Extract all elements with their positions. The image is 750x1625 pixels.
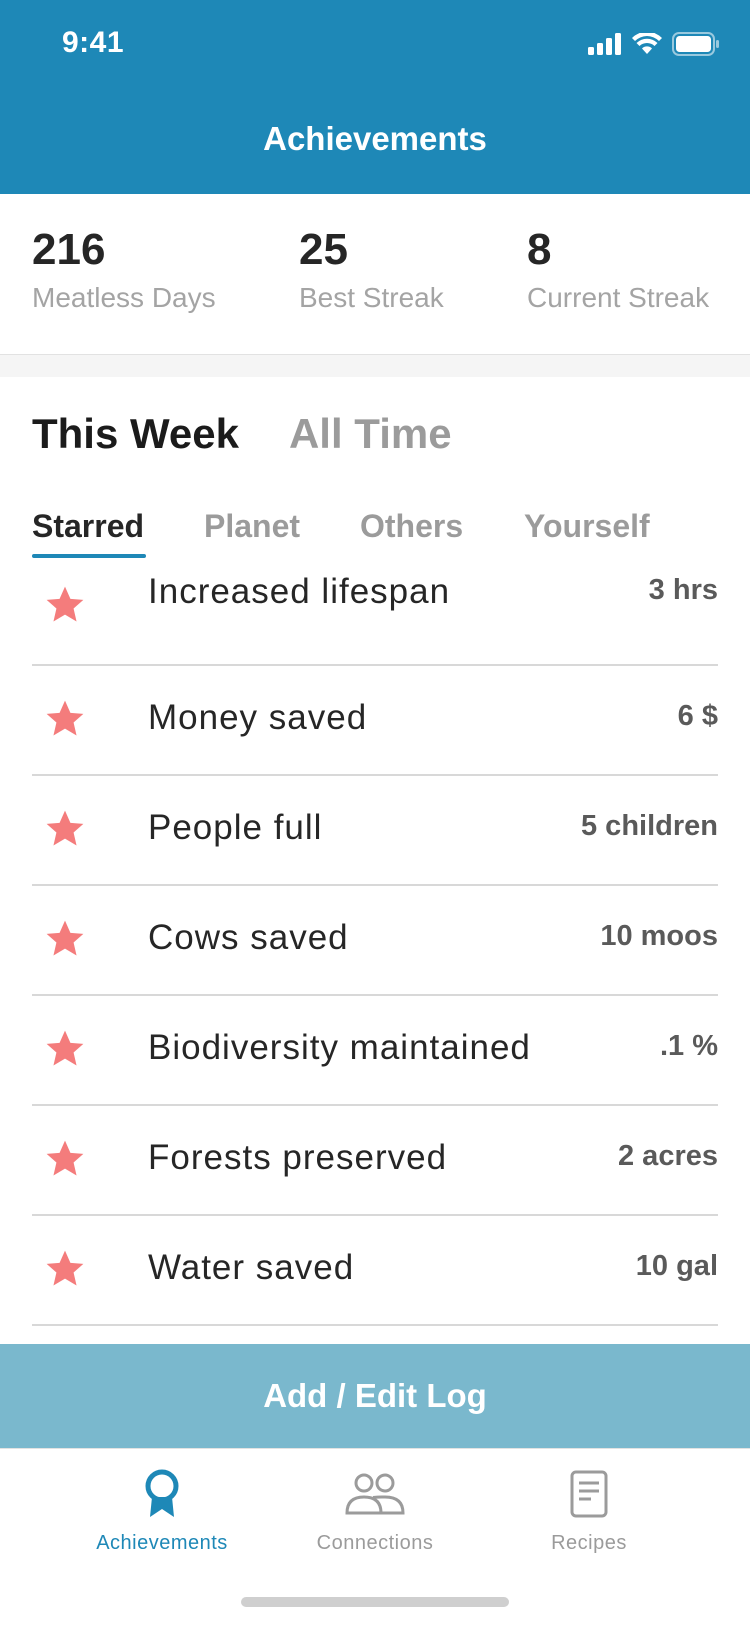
wifi-icon [632, 33, 662, 54]
nav-achievements[interactable]: Achievements [52, 1469, 272, 1555]
star-icon[interactable] [44, 584, 86, 626]
achievement-label: Biodiversity maintained [148, 1028, 531, 1067]
add-edit-log-button[interactable]: Add / Edit Log [0, 1344, 750, 1448]
tab-this-week[interactable]: This Week [32, 410, 239, 458]
star-icon[interactable] [44, 1138, 86, 1180]
nav-label: Connections [316, 1532, 434, 1554]
star-icon[interactable] [44, 1028, 86, 1070]
stats-summary: 216 Meatless Days 25 Best Streak 8 Curre… [0, 194, 750, 354]
list-item[interactable]: Increased lifespan 3 hrs [32, 558, 718, 666]
list-item[interactable]: Water saved 10 gal [32, 1216, 718, 1326]
achievement-value: 2 acres [618, 1140, 718, 1172]
achievement-label: Money saved [148, 698, 368, 737]
ribbon-icon [145, 1469, 179, 1517]
time-range-tabs: This Week All Time [32, 410, 452, 458]
page-title: Achievements [263, 120, 487, 157]
home-indicator [241, 1597, 509, 1607]
achievement-label: Water saved [148, 1248, 355, 1287]
star-icon[interactable] [44, 698, 86, 740]
star-icon[interactable] [44, 1248, 86, 1290]
tab-all-time[interactable]: All Time [289, 410, 452, 458]
achievements-list: Increased lifespan 3 hrs Money saved 6 $… [32, 558, 718, 1326]
section-divider [0, 354, 750, 377]
achievement-label: Forests preserved [148, 1138, 448, 1177]
achievement-value: 10 moos [600, 920, 718, 952]
people-icon [345, 1473, 405, 1515]
document-icon [570, 1470, 608, 1518]
list-item[interactable]: Money saved 6 $ [32, 666, 718, 776]
stat-meatless-days: 216 Meatless Days [32, 228, 216, 314]
achievement-label: Cows saved [148, 918, 349, 957]
tab-starred[interactable]: Starred [32, 508, 144, 545]
category-tabs: Starred Planet Others Yourself [32, 508, 722, 558]
tab-yourself[interactable]: Yourself [524, 508, 650, 545]
signal-icon [588, 33, 621, 55]
stat-value: 8 [527, 225, 552, 274]
list-item[interactable]: People full 5 children [32, 776, 718, 886]
list-item[interactable]: Forests preserved 2 acres [32, 1106, 718, 1216]
achievement-value: 6 $ [677, 700, 718, 732]
stat-label: Current Streak [527, 282, 710, 313]
list-item[interactable]: Biodiversity maintained .1 % [32, 996, 718, 1106]
status-time: 9:41 [62, 26, 125, 59]
star-icon[interactable] [44, 918, 86, 960]
achievement-value: 10 gal [635, 1250, 718, 1282]
tab-planet[interactable]: Planet [204, 508, 300, 545]
stat-value: 25 [299, 225, 348, 274]
achievement-label: People full [148, 808, 323, 847]
nav-recipes[interactable]: Recipes [479, 1469, 699, 1555]
tab-others[interactable]: Others [360, 508, 463, 545]
achievement-value: 3 hrs [648, 574, 718, 606]
nav-label: Achievements [96, 1532, 228, 1554]
stat-best-streak: 25 Best Streak [299, 228, 444, 314]
stat-current-streak: 8 Current Streak [527, 228, 709, 314]
nav-connections[interactable]: Connections [265, 1469, 485, 1555]
app-header: 9:41 Achievements [0, 0, 750, 194]
achievement-value: 5 children [581, 810, 718, 842]
star-icon[interactable] [44, 808, 86, 850]
achievement-label: Increased lifespan [148, 572, 451, 611]
stat-label: Meatless Days [32, 282, 216, 313]
status-icons [588, 30, 720, 58]
stat-label: Best Streak [299, 282, 444, 313]
list-item[interactable]: Cows saved 10 moos [32, 886, 718, 996]
battery-icon [672, 32, 719, 56]
stat-value: 216 [32, 225, 106, 274]
achievement-value: .1 % [659, 1030, 718, 1062]
nav-label: Recipes [551, 1532, 627, 1554]
